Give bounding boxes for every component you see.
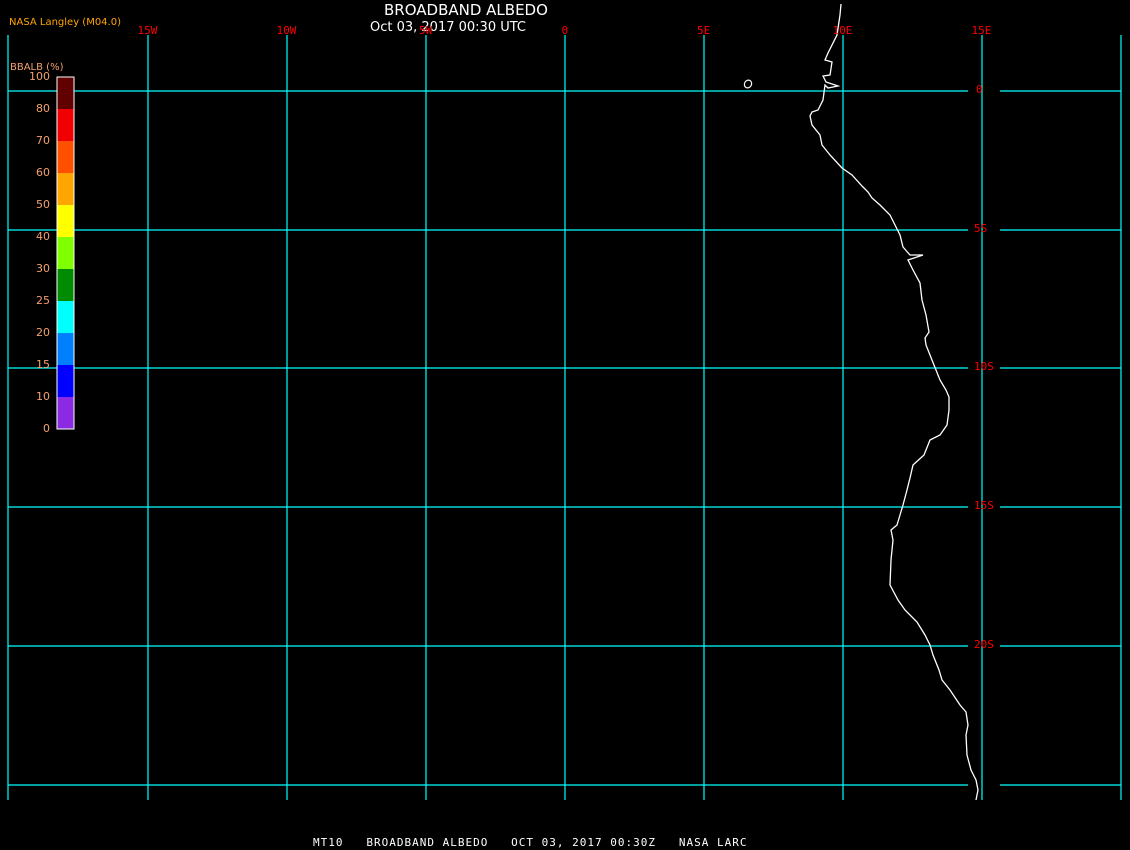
colorbar-label: 70 xyxy=(36,134,50,147)
longitude-label: 5W xyxy=(419,24,433,37)
colorbar-label: 50 xyxy=(36,198,50,211)
colorbar-swatch xyxy=(57,173,74,205)
longitude-label: 10E xyxy=(832,24,853,37)
colorbar xyxy=(56,76,75,430)
colorbar-label: 20 xyxy=(36,326,50,339)
colorbar-label: 10 xyxy=(36,390,50,403)
colorbar-label: 40 xyxy=(36,230,50,243)
colorbar-label: 25 xyxy=(36,294,50,307)
island xyxy=(743,79,753,89)
credit-label: NASA Langley (M04.0) xyxy=(9,17,121,28)
colorbar-label: 60 xyxy=(36,166,50,179)
colorbar-swatch xyxy=(57,205,74,237)
map-title: BROADBAND ALBEDO xyxy=(384,1,548,19)
map-canvas xyxy=(7,3,1122,801)
map-timestamp: Oct 03, 2017 00:30 UTC xyxy=(370,20,526,35)
colorbar-label: 100 xyxy=(29,70,50,83)
longitude-label: 10W xyxy=(276,24,297,37)
colorbar-swatch xyxy=(57,397,74,429)
latitude-label: 5S xyxy=(974,222,988,235)
colorbar-label: 80 xyxy=(36,102,50,115)
latitude-label: 10S xyxy=(974,360,994,373)
coastline xyxy=(809,3,979,801)
colorbar-swatch xyxy=(57,269,74,301)
latitude-label: 20S xyxy=(974,638,994,651)
latitude-label: 15S xyxy=(974,499,994,512)
longitude-label: 15E xyxy=(971,24,992,37)
longitude-label: 0 xyxy=(561,24,569,37)
colorbar-label: 0 xyxy=(43,422,50,435)
longitude-label: 15W xyxy=(137,24,158,37)
colorbar-swatch xyxy=(57,141,74,173)
colorbar-swatch xyxy=(57,237,74,269)
colorbar-label: 15 xyxy=(36,358,50,371)
lat-lon-grid xyxy=(7,35,1122,800)
colorbar-swatch xyxy=(57,109,74,141)
longitude-label: 5E xyxy=(697,24,711,37)
colorbar-swatch xyxy=(57,333,74,365)
footer-caption: MT10 BROADBAND ALBEDO OCT 03, 2017 00:30… xyxy=(313,836,748,849)
colorbar-label: 30 xyxy=(36,262,50,275)
colorbar-swatch xyxy=(57,77,74,109)
latitude-label: 0 xyxy=(976,83,983,96)
colorbar-swatch xyxy=(57,301,74,333)
colorbar-swatch xyxy=(57,365,74,397)
